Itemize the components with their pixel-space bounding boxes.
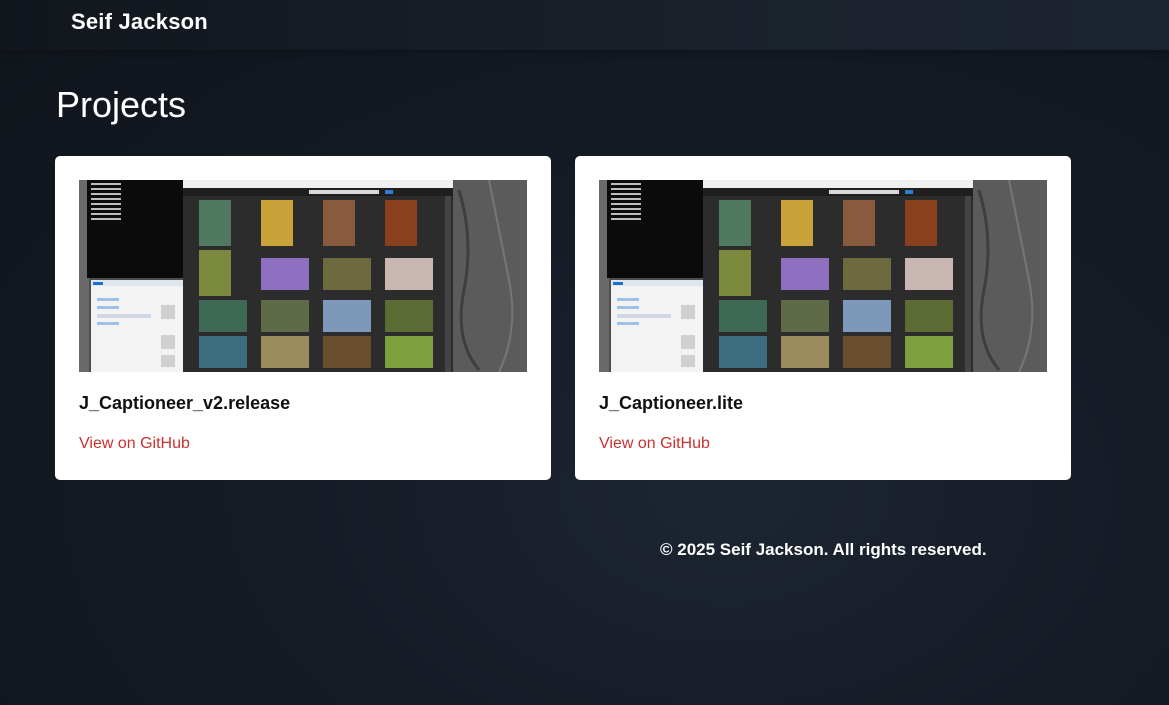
view-on-github-link[interactable]: View on GitHub <box>599 435 710 453</box>
project-card: J_Captioneer_v2.release View on GitHub <box>55 156 551 480</box>
project-title: J_Captioneer_v2.release <box>79 393 291 413</box>
site-brand[interactable]: Seif Jackson <box>71 9 208 35</box>
project-title: J_Captioneer.lite <box>599 393 744 413</box>
view-on-github-link[interactable]: View on GitHub <box>79 435 190 453</box>
project-screenshot <box>79 180 527 372</box>
projects-heading: Projects <box>56 84 187 125</box>
project-card: J_Captioneer.lite View on GitHub <box>575 156 1071 480</box>
site-header: Seif Jackson <box>0 0 1169 50</box>
project-screenshot <box>599 180 1047 372</box>
footer-copyright: © 2025 Seif Jackson. All rights reserved… <box>660 540 987 559</box>
